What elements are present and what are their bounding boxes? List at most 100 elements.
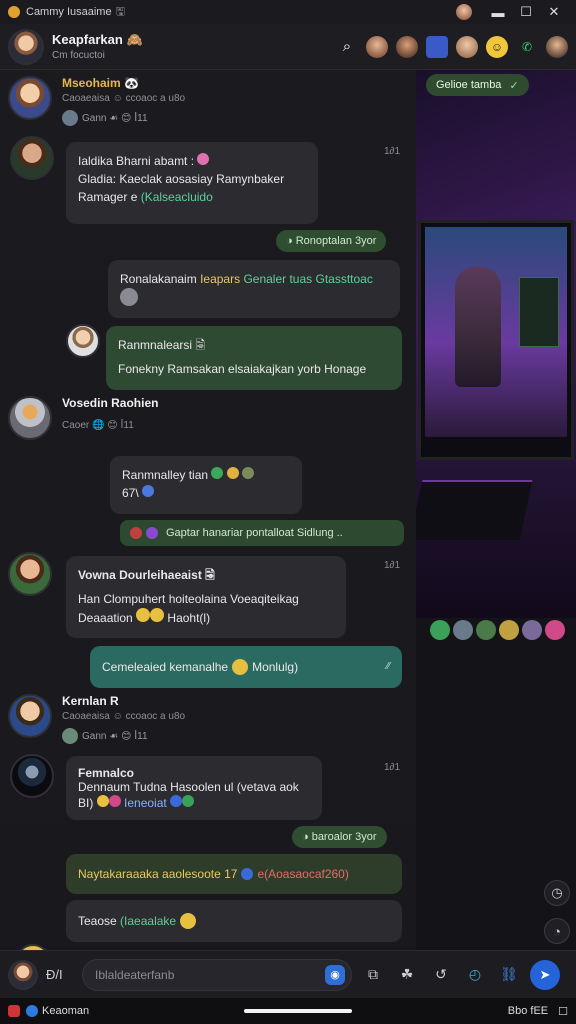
member-avatar-2[interactable] xyxy=(396,35,418,58)
message-mention[interactable]: Ieapars xyxy=(200,272,240,286)
monitor-image xyxy=(418,220,574,460)
maximize-button[interactable]: ☐ xyxy=(512,1,540,23)
message-list[interactable]: Mseohaim 🐼 Caoaeaisa ☺ ccoaoc a u8o Gann… xyxy=(0,70,416,950)
history-button[interactable]: ◔ xyxy=(544,918,570,944)
message-link[interactable]: Ieneoiat xyxy=(124,796,167,810)
sender-avatar[interactable] xyxy=(10,754,54,798)
message-link[interactable]: e(Aoasaocaf260) xyxy=(257,865,348,883)
emoji-icon xyxy=(180,913,197,929)
message-bubble[interactable]: Ialdika Bharni abamt : Gladia: Kaeclak a… xyxy=(66,142,318,224)
message-sender xyxy=(66,324,100,358)
message-text: Teaose xyxy=(78,914,117,928)
media-tag[interactable]: Gelioe tamba ✓ xyxy=(426,74,529,96)
message-mention[interactable]: Genaler tuas xyxy=(243,272,312,286)
reaction-summary: Gann ☙ 😊 ꟾ11 xyxy=(82,730,148,742)
game-scene xyxy=(425,227,567,437)
emoji-icon xyxy=(211,467,224,479)
reaction-bar[interactable]: Gaptar hanariar pontalloat Sidlung .. xyxy=(120,520,404,546)
reaction-avatar[interactable] xyxy=(545,620,565,640)
sticker-button[interactable]: ⧉ xyxy=(360,962,386,988)
close-button[interactable]: ✕ xyxy=(540,1,568,23)
message-bubble[interactable]: Ranmnalearsi 🗟 Fonekny Ramsakan elsaiaka… xyxy=(106,326,402,390)
reaction-avatar[interactable] xyxy=(430,620,450,640)
profile-avatar[interactable] xyxy=(546,35,568,58)
emoji-icon xyxy=(226,467,239,479)
message-bubble[interactable]: Cemeleaied kemanalhe Monlulg) ⁄⁄ xyxy=(90,646,402,688)
reaction-avatar[interactable] xyxy=(476,620,496,640)
gallery-icon[interactable] xyxy=(426,35,448,58)
pin-icon[interactable]: 🖫 xyxy=(116,3,125,22)
member-avatar-3[interactable] xyxy=(456,35,478,58)
message-bubble[interactable]: Vowna Dourleihaeaist 🗟 Han Clompuhert ho… xyxy=(66,556,346,638)
message-link[interactable]: (Kalseacluido xyxy=(141,190,213,204)
keyboard xyxy=(416,480,533,540)
media-reactions[interactable] xyxy=(430,620,565,640)
account-avatar[interactable] xyxy=(456,4,472,20)
reaction-avatar[interactable] xyxy=(499,620,519,640)
message-input[interactable]: Iblaldeaterfanb ◉ xyxy=(82,958,352,991)
sender-name[interactable]: Vowna Dourleihaeaist 🗟 xyxy=(78,566,334,584)
message-text: Monlulg) xyxy=(252,660,299,674)
reaction-row[interactable]: Gann ☙ 😊 ꟾ11 xyxy=(62,728,185,744)
timer-icon[interactable]: ◴ xyxy=(462,962,488,988)
sender-avatar[interactable] xyxy=(8,694,52,738)
reaction-summary: Gann ☙ 😊 ꟾ11 xyxy=(82,112,148,124)
message-bubble[interactable]: Ranmnalley tian 67\ xyxy=(110,456,302,514)
message-link[interactable]: (Iaeaalake xyxy=(120,912,176,930)
message-text: Naytakaraaaka aaolesoote 17 xyxy=(78,867,238,881)
reaction-avatar[interactable] xyxy=(522,620,542,640)
window-title: Cammy Iusaaime xyxy=(26,6,112,18)
reaction-avatar[interactable] xyxy=(453,620,473,640)
scroll-up-button[interactable]: ◷ xyxy=(544,880,570,906)
send-button[interactable]: ➤ xyxy=(530,959,560,990)
home-indicator[interactable] xyxy=(244,1009,352,1013)
reply-pill[interactable]: ◑ Ronoptalan 3yor xyxy=(276,230,387,252)
reaction-icon[interactable] xyxy=(130,527,142,539)
minimize-button[interactable]: ▬ xyxy=(484,1,512,23)
member-avatar-1[interactable] xyxy=(366,35,388,58)
message-sender xyxy=(10,136,54,180)
media-preview[interactable]: Gelioe tamba ✓ xyxy=(416,70,576,618)
attachment-icon[interactable] xyxy=(120,288,138,306)
call-icon[interactable]: ✆ xyxy=(516,36,538,58)
reaction-avatar[interactable] xyxy=(62,728,78,744)
gif-button[interactable]: Ð/I xyxy=(46,967,74,982)
reply-pill[interactable]: ◑ baroalor 3yor xyxy=(292,826,387,848)
search-icon[interactable]: ⌕ xyxy=(336,36,358,58)
chat-title-text: Keapfarkan xyxy=(52,32,123,47)
camera-icon[interactable]: ◉ xyxy=(325,964,345,985)
sender-avatar[interactable] xyxy=(8,396,52,440)
status-right-text: Bbo fEE xyxy=(507,1005,549,1017)
sender-avatar[interactable] xyxy=(10,136,54,180)
message-text: Ramager e xyxy=(78,190,138,204)
sender-meta: Caoaeaisa ☺ ccoaoc a u8o xyxy=(62,711,186,722)
mention-button[interactable]: ↺ xyxy=(428,962,454,988)
reaction-avatar[interactable] xyxy=(62,110,78,126)
message-text: Deaaation xyxy=(78,611,133,625)
heart-emoji-icon xyxy=(197,153,210,165)
sender-name[interactable]: Mseohaim 🐼 xyxy=(62,76,185,90)
reaction-icon[interactable] xyxy=(146,527,158,539)
sender-avatar[interactable] xyxy=(8,76,52,120)
link-icon[interactable]: ⛓ xyxy=(496,962,522,988)
sender-avatar[interactable] xyxy=(8,552,52,596)
message-bubble[interactable]: Naytakaraaaka aaolesoote 17 e(Aoasaocaf2… xyxy=(66,854,402,894)
emoji-icon[interactable]: ☺ xyxy=(486,35,508,58)
message-bubble[interactable]: Ronalakanaim Ieapars Genaler tuas Gtasst… xyxy=(108,260,400,318)
emoji-icon xyxy=(96,795,109,807)
message-sender: Mseohaim 🐼 Caoaeaisa ☺ ccoaoc a u8o Gann… xyxy=(8,76,185,126)
sender-name[interactable]: Vosedin Raohien xyxy=(62,396,158,410)
sender-name[interactable]: Kernlan R xyxy=(62,694,185,708)
chat-title-emoji: 🙈 xyxy=(126,32,143,47)
composer-avatar[interactable] xyxy=(8,959,38,990)
message-link[interactable]: Gtassttoac xyxy=(316,272,373,286)
sender-avatar[interactable] xyxy=(66,324,100,358)
emoji-button[interactable]: ☘ xyxy=(394,962,420,988)
group-avatar[interactable] xyxy=(8,28,44,65)
message-bubble[interactable]: Teaose (Iaeaalake xyxy=(66,900,402,942)
reaction-row[interactable]: Gann ☙ 😊 ꟾ11 xyxy=(62,110,185,126)
message-sender xyxy=(8,552,52,596)
message-text: Fonekny Ramsakan elsaiakajkan yorb Honag… xyxy=(118,362,367,376)
message-bubble[interactable]: Femnalco Dennaum Tudna Hasoolen ul (veta… xyxy=(66,756,322,820)
emoji-icon xyxy=(242,467,255,479)
